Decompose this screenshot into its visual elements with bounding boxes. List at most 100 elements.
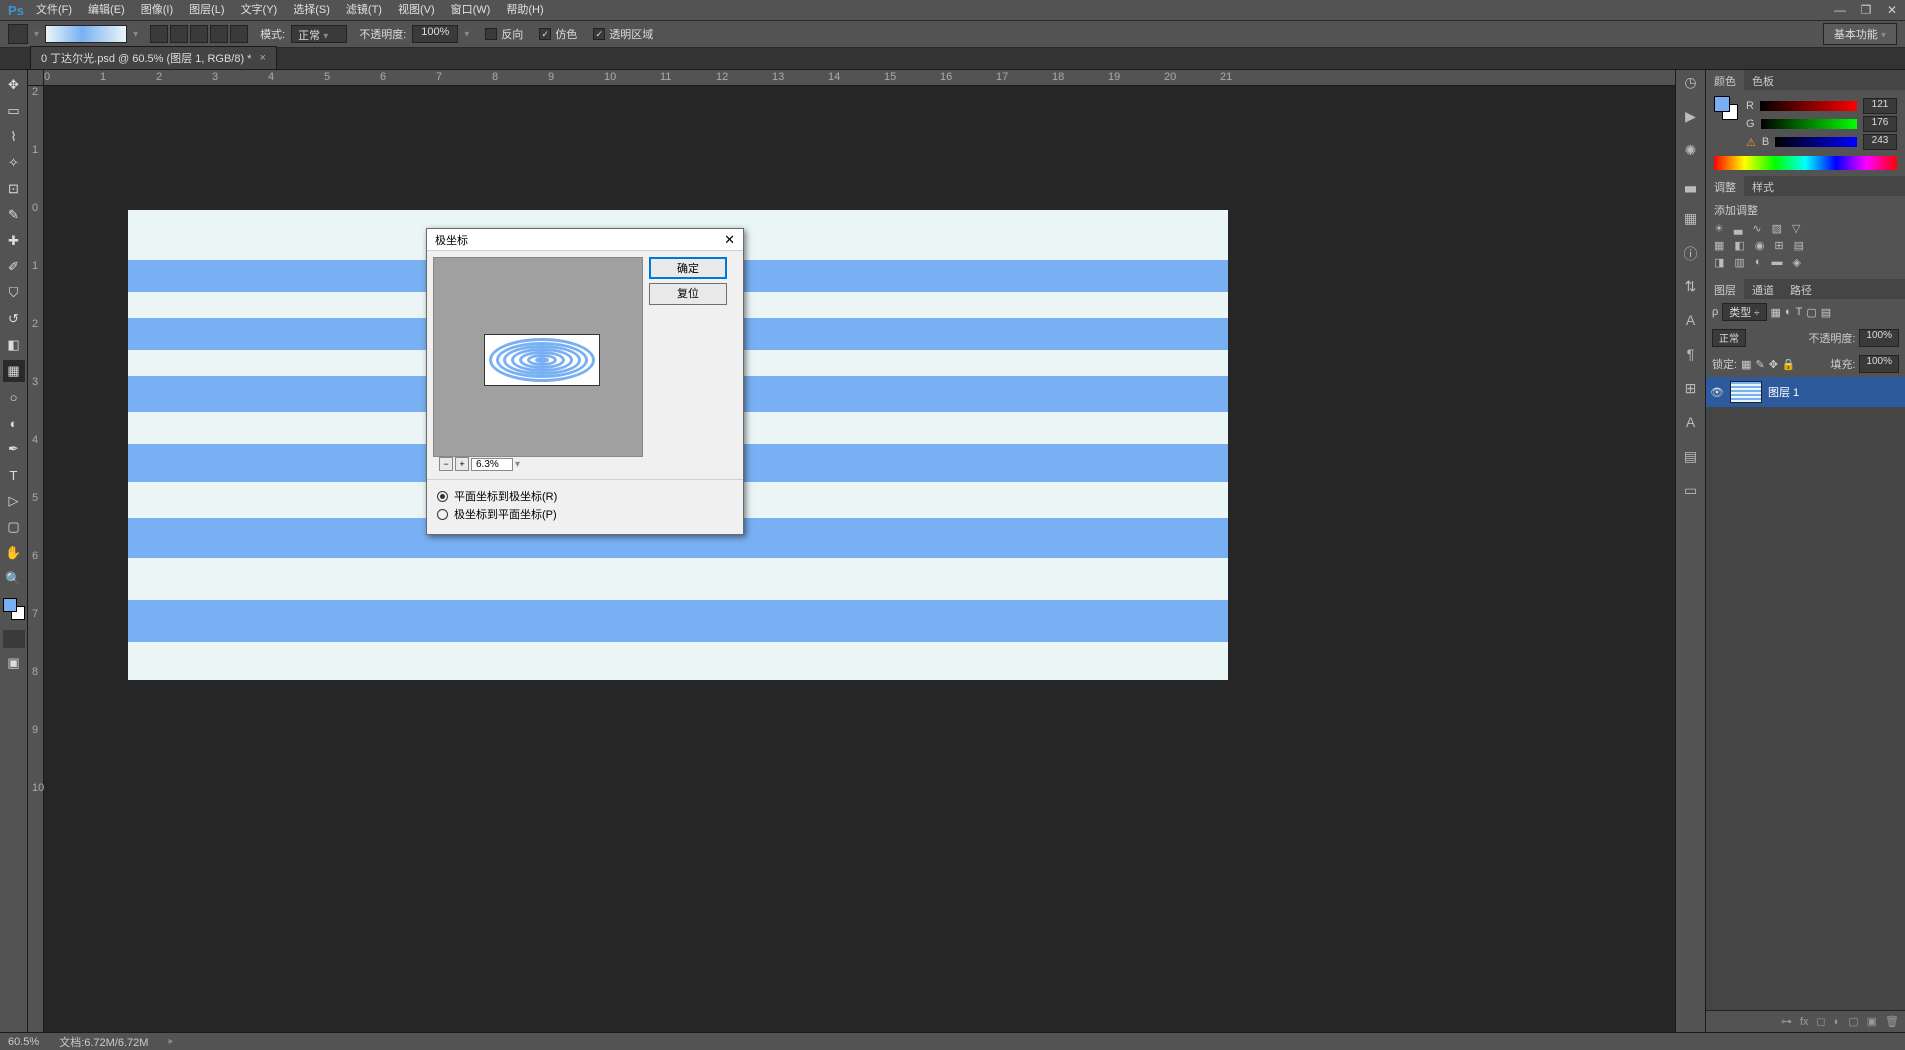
mode-select[interactable]: 正常 ▾ <box>291 25 347 43</box>
gradient-angle-button[interactable] <box>190 25 208 43</box>
dialog-titlebar[interactable]: 极坐标 ✕ <box>427 229 743 251</box>
layer-row[interactable]: 👁 图层 1 <box>1706 377 1905 407</box>
lock-position-icon[interactable]: ✥ <box>1769 358 1778 371</box>
filter-adjust-icon[interactable]: ◐ <box>1785 306 1792 318</box>
gradient-linear-button[interactable] <box>150 25 168 43</box>
path-select-tool[interactable]: ▷ <box>3 490 25 512</box>
ok-button[interactable]: 确定 <box>649 257 727 279</box>
curves-icon[interactable]: ∿ <box>1752 222 1761 235</box>
layers-icon[interactable]: ▤ <box>1681 448 1701 468</box>
chevron-down-icon[interactable]: ▾ <box>34 29 39 40</box>
polar-to-rect-radio[interactable]: 极坐标到平面坐标(P) <box>437 506 733 522</box>
tab-paths[interactable]: 路径 <box>1782 279 1820 299</box>
opacity-input[interactable]: 100% <box>412 25 458 43</box>
filter-type-icon[interactable]: T <box>1796 306 1803 318</box>
chevron-down-icon[interactable]: ▾ <box>464 29 469 40</box>
actions-panel-icon[interactable]: ▶ <box>1681 108 1701 128</box>
hue-icon[interactable]: ▦ <box>1714 239 1724 252</box>
workspace-button[interactable]: 基本功能 ▾ <box>1823 23 1897 45</box>
filter-shape-icon[interactable]: ▢ <box>1806 306 1816 319</box>
notes-icon[interactable]: ▭ <box>1681 482 1701 502</box>
b-slider[interactable] <box>1775 137 1857 147</box>
dodge-tool[interactable]: ◐ <box>3 412 25 434</box>
filter-smart-icon[interactable]: ▤ <box>1821 306 1831 319</box>
marquee-tool[interactable]: ▭ <box>3 100 25 122</box>
lock-trans-icon[interactable]: ▦ <box>1741 358 1751 371</box>
bw-icon[interactable]: ◧ <box>1734 239 1744 252</box>
menu-view[interactable]: 视图(V) <box>390 0 443 20</box>
close-button[interactable]: ✕ <box>1879 0 1905 20</box>
properties-panel-icon[interactable]: ⇅ <box>1681 278 1701 298</box>
posterize-icon[interactable]: ▥ <box>1734 256 1744 269</box>
minimize-button[interactable]: — <box>1827 0 1853 20</box>
rect-to-polar-radio[interactable]: 平面坐标到极坐标(R) <box>437 488 733 504</box>
magic-wand-tool[interactable]: ✧ <box>3 152 25 174</box>
swatches-icon[interactable]: ▦ <box>1681 210 1701 230</box>
lookup-icon[interactable]: ▤ <box>1794 239 1804 252</box>
move-tool[interactable]: ✥ <box>3 74 25 96</box>
transparency-checkbox[interactable]: ✓透明区域 <box>593 26 653 42</box>
reverse-checkbox[interactable]: 反向 <box>485 26 523 42</box>
dither-checkbox[interactable]: ✓仿色 <box>539 26 577 42</box>
menu-filter[interactable]: 滤镜(T) <box>338 0 390 20</box>
shape-tool[interactable]: ▢ <box>3 516 25 538</box>
pen-tool[interactable]: ✒ <box>3 438 25 460</box>
new-layer-icon[interactable]: ▣ <box>1867 1015 1877 1028</box>
type-tool[interactable]: T <box>3 464 25 486</box>
lock-all-icon[interactable]: 🔒 <box>1782 358 1796 371</box>
stamp-tool[interactable]: ⛉ <box>3 282 25 304</box>
delete-layer-icon[interactable]: 🗑 <box>1885 1015 1899 1028</box>
ruler-vertical[interactable]: 21012345678910 <box>28 86 44 1032</box>
ruler-origin[interactable] <box>28 70 44 86</box>
screen-mode-button[interactable]: ▣ <box>3 652 25 674</box>
foreground-background-colors[interactable] <box>3 598 25 620</box>
histogram-icon[interactable]: ▃ <box>1681 176 1701 196</box>
color-fg-bg[interactable] <box>1714 96 1738 120</box>
filter-pixel-icon[interactable]: ▦ <box>1771 306 1781 319</box>
invert-icon[interactable]: ◨ <box>1714 256 1724 269</box>
zoom-value[interactable]: 6.3% <box>471 458 513 471</box>
menu-edit[interactable]: 编辑(E) <box>80 0 133 20</box>
layer-thumbnail[interactable] <box>1730 381 1762 403</box>
photo-filter-icon[interactable]: ◉ <box>1755 239 1765 252</box>
history-brush-tool[interactable]: ↺ <box>3 308 25 330</box>
menu-type[interactable]: 文字(Y) <box>233 0 286 20</box>
g-value[interactable]: 176 <box>1863 116 1897 132</box>
brush-tool[interactable]: ✐ <box>3 256 25 278</box>
b-value[interactable]: 243 <box>1863 134 1897 150</box>
menu-file[interactable]: 文件(F) <box>28 0 80 20</box>
gradient-diamond-button[interactable] <box>230 25 248 43</box>
link-layers-icon[interactable]: ⊶ <box>1781 1015 1792 1028</box>
crop-tool[interactable]: ⊡ <box>3 178 25 200</box>
document-tab[interactable]: 0 丁达尔光.psd @ 60.5% (图层 1, RGB/8) * × <box>30 46 277 69</box>
close-icon[interactable]: ✕ <box>724 232 735 248</box>
foreground-color-swatch[interactable] <box>3 598 17 612</box>
gradient-radial-button[interactable] <box>170 25 188 43</box>
channel-mixer-icon[interactable]: ⊞ <box>1774 239 1783 252</box>
selective-color-icon[interactable]: ◈ <box>1792 256 1800 269</box>
gradient-tool[interactable]: ▦ <box>3 360 25 382</box>
color-spectrum[interactable] <box>1714 156 1897 170</box>
threshold-icon[interactable]: ◐ <box>1755 256 1762 269</box>
brightness-icon[interactable]: ✺ <box>1681 142 1701 162</box>
history-panel-icon[interactable]: ◷ <box>1681 74 1701 94</box>
tab-channels[interactable]: 通道 <box>1744 279 1782 299</box>
info-panel-icon[interactable]: ⓘ <box>1681 244 1701 264</box>
vibrance-icon[interactable]: ▽ <box>1792 222 1800 235</box>
new-group-icon[interactable]: ▢ <box>1848 1015 1858 1028</box>
lock-pixels-icon[interactable]: ✎ <box>1755 358 1764 371</box>
r-value[interactable]: 121 <box>1863 98 1897 114</box>
doc-size[interactable]: 文档:6.72M/6.72M <box>59 1034 148 1050</box>
blend-mode-select[interactable]: 正常 <box>1712 329 1746 347</box>
quick-mask-toggle[interactable] <box>3 630 25 648</box>
brightness-icon[interactable]: ☀ <box>1714 222 1724 235</box>
tool-preset-picker[interactable] <box>8 24 28 44</box>
filter-kind-select[interactable]: 类型 ÷ <box>1722 303 1766 321</box>
eraser-tool[interactable]: ◧ <box>3 334 25 356</box>
char-style-icon[interactable]: A <box>1681 414 1701 434</box>
chevron-down-icon[interactable]: ▾ <box>515 459 520 470</box>
gradient-map-icon[interactable]: ▬ <box>1771 256 1782 269</box>
hand-tool[interactable]: ✋ <box>3 542 25 564</box>
layer-opacity-input[interactable]: 100% <box>1859 329 1899 347</box>
paragraph-panel-icon[interactable]: ¶ <box>1681 346 1701 366</box>
